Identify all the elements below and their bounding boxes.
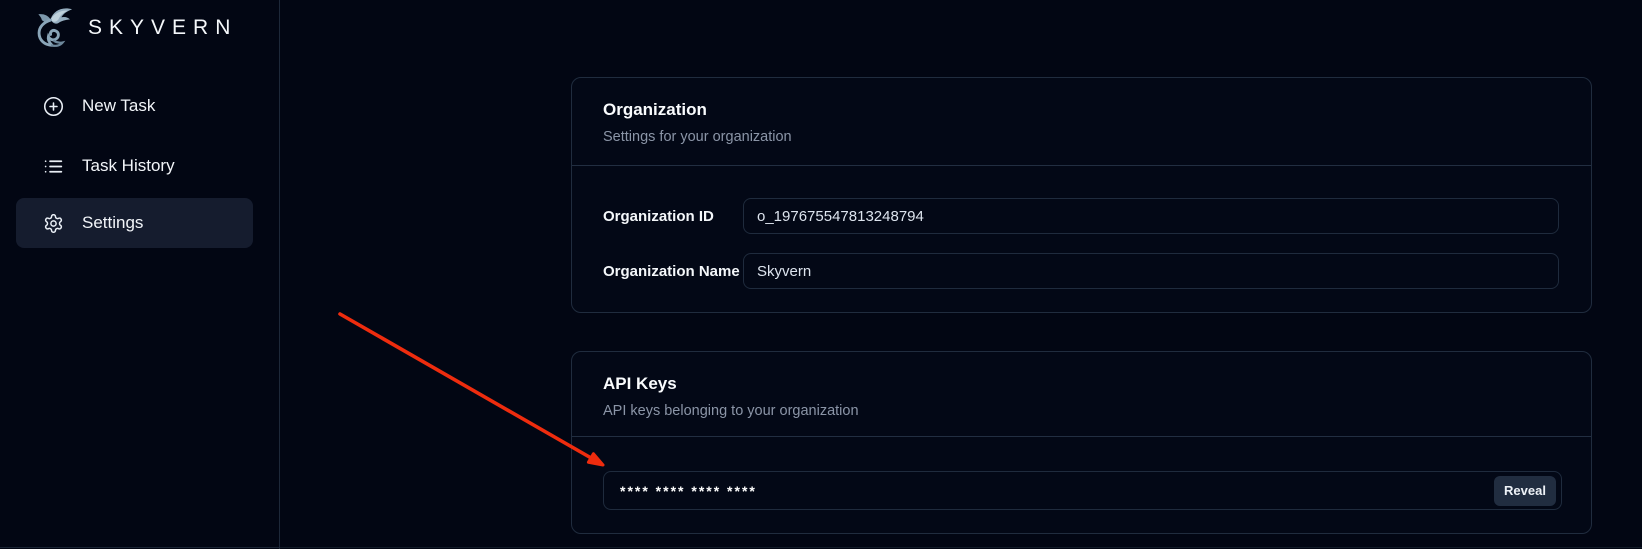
page-bottom-divider [280, 547, 1642, 548]
skyvern-dragon-logo-icon [26, 5, 78, 51]
brand[interactable]: SKYVERN [26, 4, 237, 52]
reveal-button[interactable]: Reveal [1494, 476, 1556, 506]
card-subtitle: Settings for your organization [603, 129, 1560, 145]
organization-name-input[interactable] [743, 253, 1559, 289]
organization-id-input[interactable] [743, 198, 1559, 234]
plus-circle-icon [43, 96, 64, 117]
sidebar-item-label: Settings [82, 213, 143, 233]
api-keys-card-header: API Keys API keys belonging to your orga… [572, 352, 1591, 419]
card-subtitle: API keys belonging to your organization [603, 403, 1560, 419]
organization-card: Organization Settings for your organizat… [571, 77, 1592, 313]
skyvern-settings-page: SKYVERN New Task Task History [0, 0, 1642, 549]
sidebar-item-label: Task History [82, 156, 175, 176]
api-key-masked-value: **** **** **** **** [620, 483, 757, 499]
card-title: API Keys [603, 374, 1560, 394]
api-keys-card: API Keys API keys belonging to your orga… [571, 351, 1592, 534]
gear-icon [43, 213, 64, 234]
sidebar-item-task-history[interactable]: Task History [16, 141, 253, 191]
card-header-divider [572, 436, 1591, 437]
sidebar-item-settings[interactable]: Settings [16, 198, 253, 248]
sidebar-item-label: New Task [82, 96, 155, 116]
organization-card-header: Organization Settings for your organizat… [572, 78, 1591, 145]
list-icon [43, 156, 64, 177]
organization-name-label: Organization Name [603, 263, 743, 280]
sidebar-bottom-divider [0, 547, 279, 549]
organization-id-label: Organization ID [603, 208, 743, 225]
sidebar-item-new-task[interactable]: New Task [16, 81, 253, 131]
api-key-field[interactable]: **** **** **** **** Reveal [603, 471, 1562, 510]
organization-name-row: Organization Name [603, 253, 1559, 289]
brand-name: SKYVERN [88, 16, 237, 40]
sidebar: SKYVERN New Task Task History [0, 0, 280, 549]
card-title: Organization [603, 100, 1560, 120]
card-header-divider [572, 165, 1591, 166]
organization-id-row: Organization ID [603, 198, 1559, 234]
